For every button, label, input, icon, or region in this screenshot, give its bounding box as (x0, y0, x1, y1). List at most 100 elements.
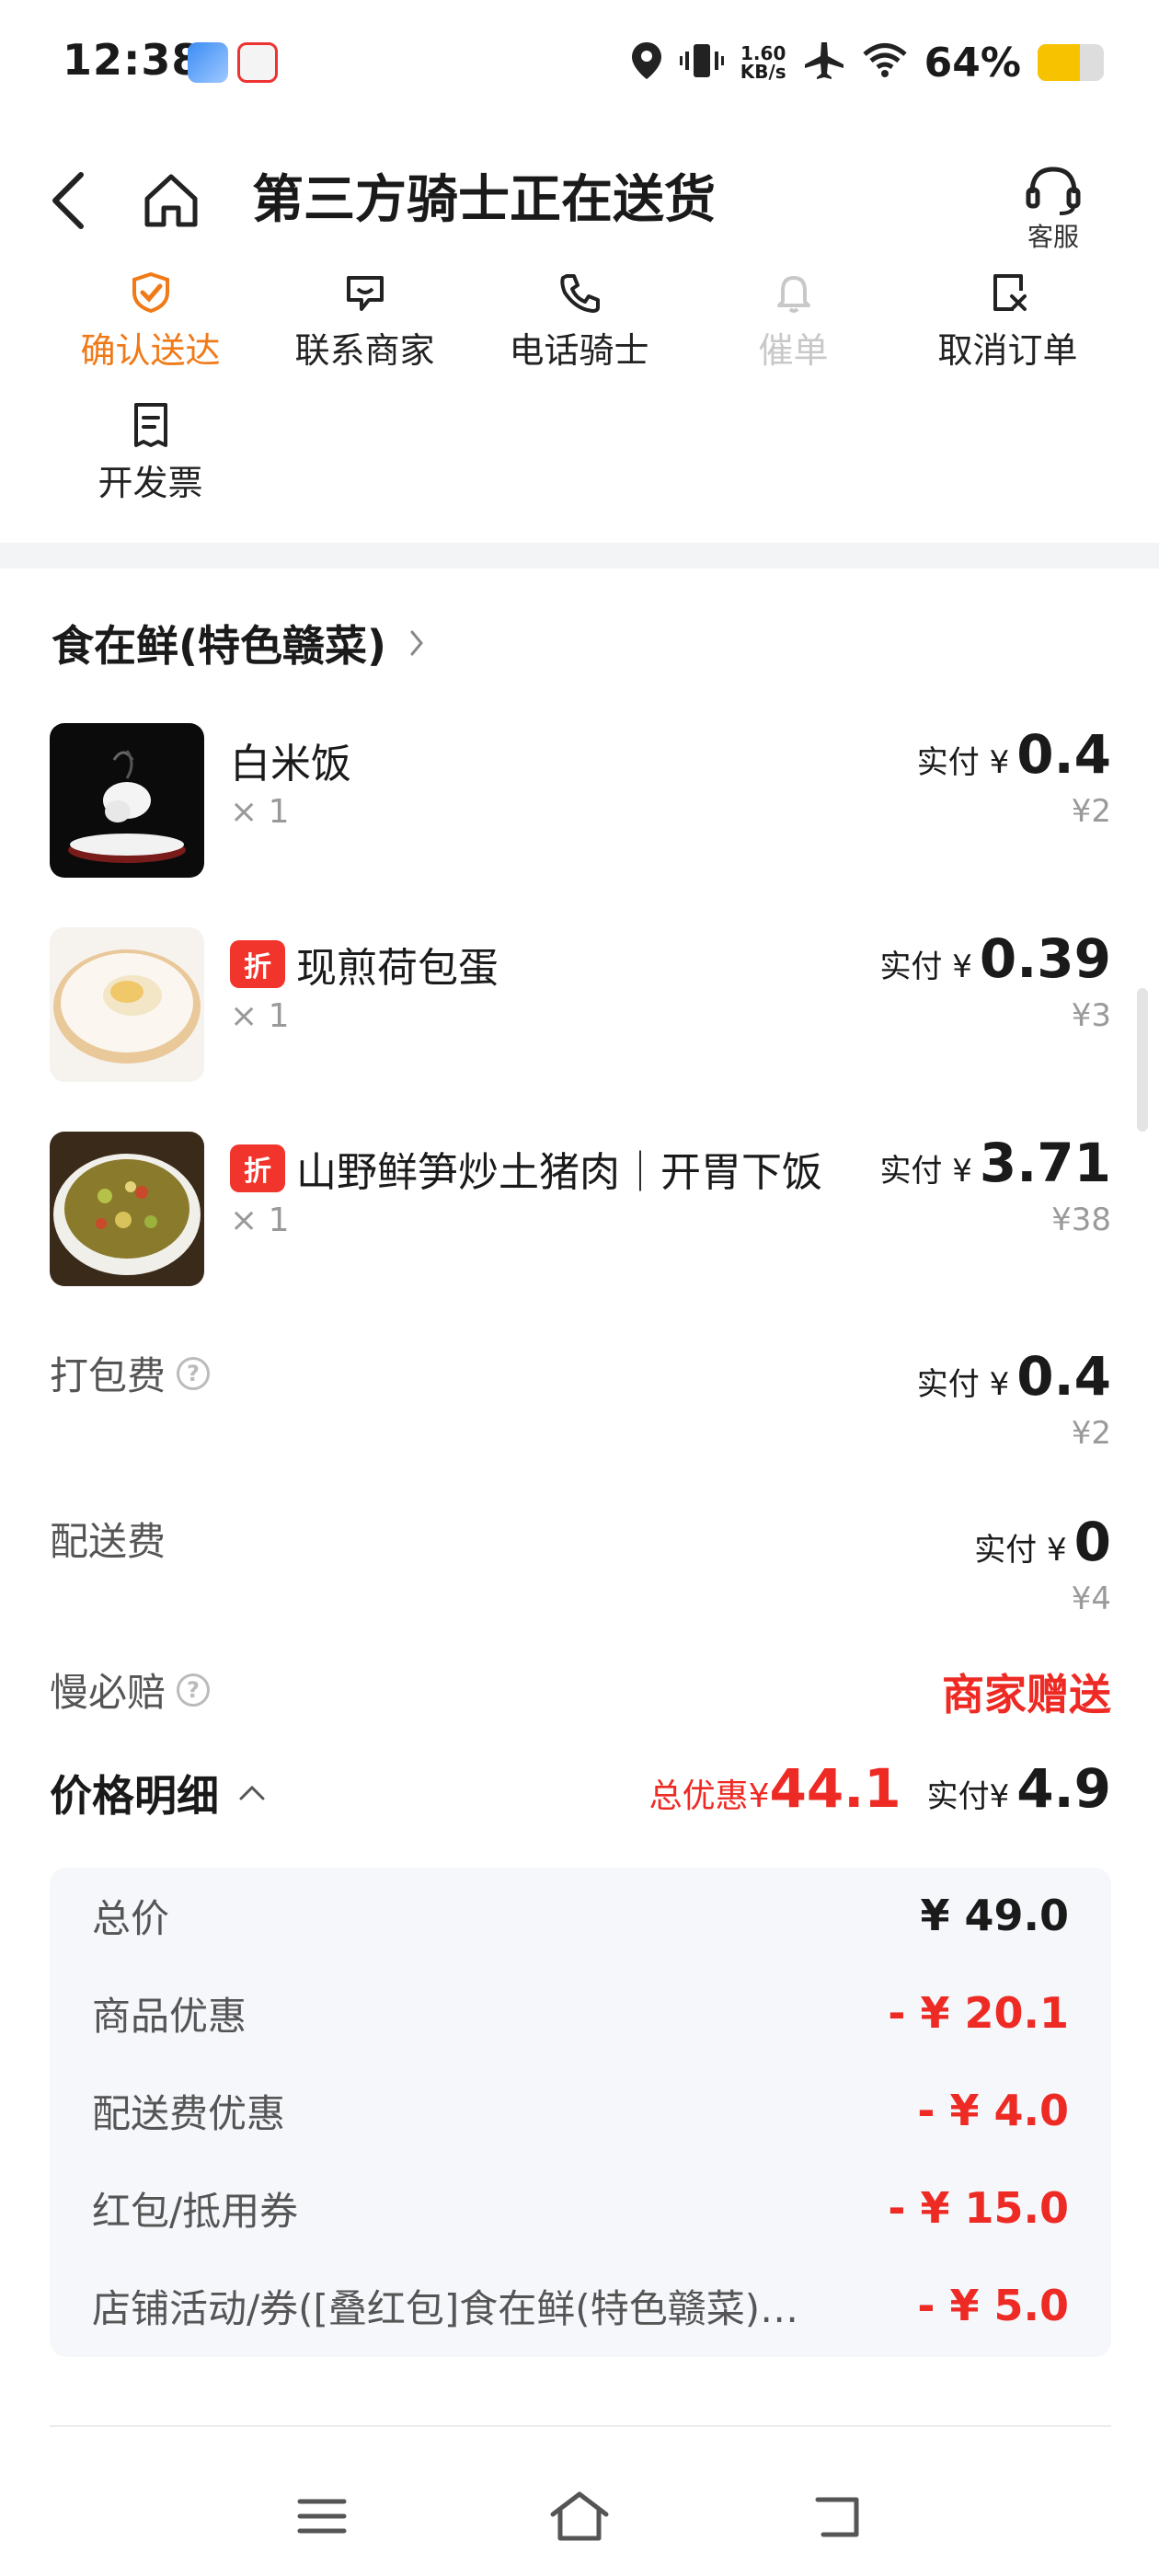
back-button[interactable] (33, 166, 103, 236)
order-item[interactable]: 折 山野鲜笋炒土猪肉｜开胃下饭 × 1 实付 ¥ 3.71 ¥38 (50, 1132, 1111, 1288)
price-detail-card: 总价 ¥ 49.0 商品优惠 - ¥ 20.1 配送费优惠 - ¥ 4.0 红包… (50, 1868, 1111, 2357)
paid-label: 实付 ¥ (879, 1153, 972, 1190)
issue-invoice-button[interactable]: 开发票 (43, 399, 258, 532)
vibrate-icon (679, 40, 724, 85)
original-price: ¥3 (1071, 997, 1111, 1034)
detail-row: 红包/抵用券 - ¥ 15.0 (92, 2180, 1069, 2236)
cancel-order-button[interactable]: 取消订单 (901, 267, 1115, 399)
paid-label: 实付 ¥ (974, 1532, 1067, 1569)
help-icon[interactable]: ? (177, 1356, 211, 1390)
net-speed-unit: KB/s (740, 61, 786, 83)
item-qty: × 1 (230, 1202, 290, 1239)
item-qty: × 1 (230, 793, 290, 831)
item-price: 实付 ¥ 0.39 ¥3 (879, 927, 1111, 1034)
packing-fee-label: 打包费 (50, 1353, 166, 1398)
urge-order-button[interactable]: 催单 (686, 267, 901, 399)
location-icon (630, 40, 663, 85)
action-label: 确认送达 (80, 330, 221, 371)
net-speed-value: 1.60 (740, 42, 786, 64)
check-shield-icon (132, 271, 169, 314)
item-name: 现煎荷包蛋 (296, 945, 499, 992)
divider (50, 2425, 1111, 2427)
call-rider-button[interactable]: 电话骑士 (472, 267, 686, 399)
total-paid: 实付¥ 4.9 (927, 1757, 1111, 1820)
menu-button[interactable] (281, 2475, 363, 2558)
headset-icon (1026, 167, 1081, 215)
battery-icon (1038, 44, 1104, 81)
detail-label: 总价 (92, 1895, 170, 1941)
detail-row: 总价 ¥ 49.0 (92, 1888, 1069, 1943)
discount-tag: 折 (230, 940, 285, 988)
detail-value: ¥ 49.0 (920, 1891, 1069, 1940)
delivery-fee-price: 实付 ¥ 0 ¥4 (974, 1511, 1111, 1617)
detail-value: - ¥ 4.0 (917, 2086, 1069, 2135)
order-item[interactable]: 折 现煎荷包蛋 × 1 实付 ¥ 0.39 ¥3 (50, 927, 1111, 1084)
action-label: 开发票 (98, 463, 203, 503)
item-price: 实付 ¥ 0.4 ¥2 (917, 723, 1111, 830)
home-icon (144, 174, 198, 227)
merchant-gift-text: 商家赠送 (942, 1670, 1111, 1719)
item-name: 白米饭 (230, 741, 351, 788)
back-icon (815, 2497, 859, 2537)
item-name: 山野鲜笋炒土猪肉｜开胃下饭 (296, 1149, 822, 1196)
detail-label: 商品优惠 (92, 1993, 247, 2039)
detail-value: - ¥ 20.1 (888, 1988, 1069, 2038)
chevron-right-icon (410, 630, 423, 656)
action-label: 催单 (758, 330, 829, 371)
total-discount: 总优惠¥ 44.1 (649, 1757, 901, 1820)
nav-home-button[interactable] (538, 2475, 621, 2558)
paid-value: 4.9 (1016, 1757, 1111, 1820)
paid-label: 实付 ¥ (916, 744, 1010, 781)
late-compensation-label: 慢必赔 (50, 1670, 166, 1715)
status-icons: 1.60 KB/s 64% (630, 37, 1104, 88)
paid-label: 实付 ¥ (879, 949, 972, 985)
detail-value: - ¥ 5.0 (917, 2281, 1069, 2330)
nav-back-button[interactable] (797, 2475, 879, 2558)
detail-label: 红包/抵用券 (92, 2188, 299, 2234)
scrollbar-thumb[interactable] (1137, 988, 1148, 1132)
paid-value: 0 (1073, 1511, 1111, 1573)
price-detail-header[interactable]: 价格明细 总优惠¥ 44.1 实付¥ 4.9 (50, 1757, 1111, 1831)
detail-row: 店铺活动/券([叠红包]食在鲜(特色赣菜)… - ¥ 5.0 (92, 2278, 1069, 2333)
chevron-left-icon (52, 172, 84, 229)
home-button[interactable] (136, 166, 206, 236)
home-icon (550, 2491, 609, 2541)
item-qty: × 1 (230, 997, 290, 1035)
original-price: ¥2 (1071, 1415, 1111, 1452)
invoice-icon (133, 403, 167, 447)
bell-icon (776, 276, 810, 313)
status-time: 12:38 (63, 35, 202, 85)
help-icon[interactable]: ? (177, 1673, 211, 1707)
chevron-up-icon (239, 1785, 265, 1800)
confirm-delivery-button[interactable]: 确认送达 (43, 267, 258, 399)
order-item[interactable]: 白米饭 × 1 实付 ¥ 0.4 ¥2 (50, 723, 1111, 880)
paid-value: 0.4 (1016, 1345, 1111, 1408)
packing-fee-row: 打包费 ? 实付 ¥ 0.4 ¥2 (50, 1345, 1111, 1455)
phone-icon (559, 274, 600, 313)
original-price: ¥38 (1051, 1202, 1111, 1238)
chat-icon (346, 276, 384, 311)
detail-label: 配送费优惠 (92, 2090, 286, 2136)
packing-fee-price: 实付 ¥ 0.4 ¥2 (917, 1345, 1111, 1452)
cancel-doc-icon (993, 274, 1027, 311)
item-price: 实付 ¥ 3.71 ¥38 (879, 1132, 1111, 1238)
price-detail-title: 价格明细 (50, 1771, 219, 1821)
app-notification-icon (188, 42, 228, 83)
contact-merchant-button[interactable]: 联系商家 (258, 267, 472, 399)
item-image (50, 1132, 204, 1286)
delivery-fee-row: 配送费 实付 ¥ 0 ¥4 (50, 1511, 1111, 1621)
paid-value: 0.39 (979, 927, 1111, 990)
battery-level (1038, 44, 1081, 81)
system-nav-bar (0, 2447, 1159, 2576)
action-label: 取消订单 (937, 330, 1078, 371)
customer-service-button[interactable]: 客服 (1003, 164, 1104, 254)
status-bar: 12:38 1.60 KB/s 64% (0, 0, 1159, 129)
shop-name-link[interactable]: 食在鲜(特色赣菜) (52, 613, 425, 673)
menu-icon (297, 2499, 347, 2534)
total-discount-label: 总优惠¥ (648, 1777, 770, 1815)
item-image (50, 927, 204, 1082)
shop-name: 食在鲜(特色赣菜) (52, 621, 387, 671)
airplane-icon (803, 40, 845, 85)
net-speed: 1.60 KB/s (740, 44, 786, 81)
detail-row: 商品优惠 - ¥ 20.1 (92, 1985, 1069, 2041)
